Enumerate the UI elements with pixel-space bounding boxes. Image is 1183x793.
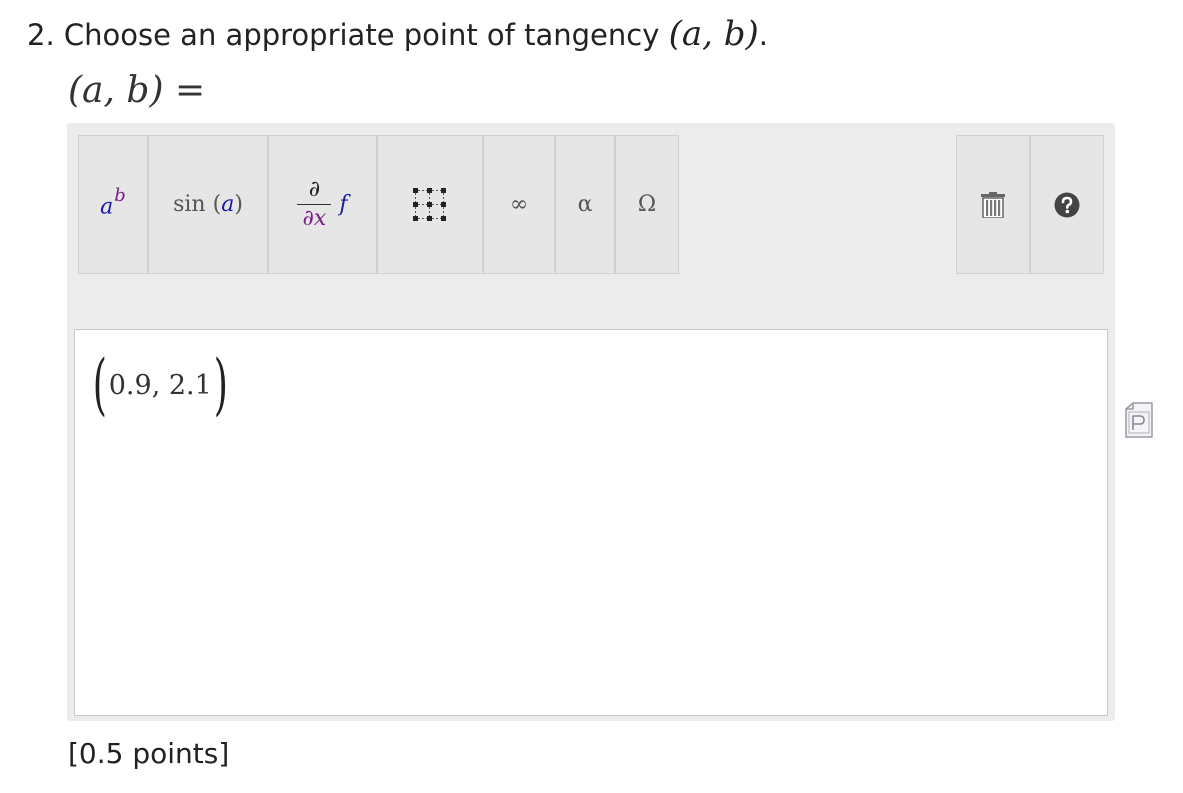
question-math: (a, b): [668, 14, 759, 54]
points-label: [0.5 points]: [68, 737, 230, 770]
help-icon: [1054, 192, 1080, 217]
question-number: 2.: [27, 18, 55, 52]
omega-icon: Ω: [637, 192, 657, 217]
preview-icon[interactable]: [1124, 402, 1154, 438]
symbols-button[interactable]: ∞: [483, 135, 555, 274]
question-prompt: Choose an appropriate point of tangency: [63, 18, 660, 52]
clear-button[interactable]: [956, 135, 1030, 274]
answer-label-math: (a, b): [68, 70, 164, 111]
trash-icon: [981, 191, 1005, 218]
sin-icon: sin (a): [173, 192, 243, 217]
question-end: .: [758, 18, 768, 52]
greek-uppercase-button[interactable]: Ω: [615, 135, 679, 274]
answer-label-equals: =: [174, 70, 206, 111]
derivative-icon: ∂ ∂x f: [297, 178, 348, 231]
question-text: 2. Choose an appropriate point of tangen…: [27, 14, 768, 54]
math-editor: ab sin (a) ∂ ∂x f ∞ α Ω (0.9, 2.1): [67, 123, 1115, 721]
power-icon: ab: [100, 185, 126, 220]
trig-functions-button[interactable]: sin (a): [148, 135, 268, 274]
help-button[interactable]: [1030, 135, 1104, 274]
infinity-icon: ∞: [509, 192, 529, 217]
answer-label: (a, b) =: [68, 70, 205, 111]
alpha-icon: α: [577, 192, 593, 217]
matrix-button[interactable]: [377, 135, 483, 274]
calculus-button[interactable]: ∂ ∂x f: [268, 135, 377, 274]
answer-input-value: ( 0.9, 2.1 ): [92, 346, 228, 423]
matrix-icon: [413, 187, 446, 221]
power-button[interactable]: ab: [78, 135, 148, 274]
answer-input[interactable]: ( 0.9, 2.1 ): [74, 329, 1108, 716]
greek-lowercase-button[interactable]: α: [555, 135, 615, 274]
